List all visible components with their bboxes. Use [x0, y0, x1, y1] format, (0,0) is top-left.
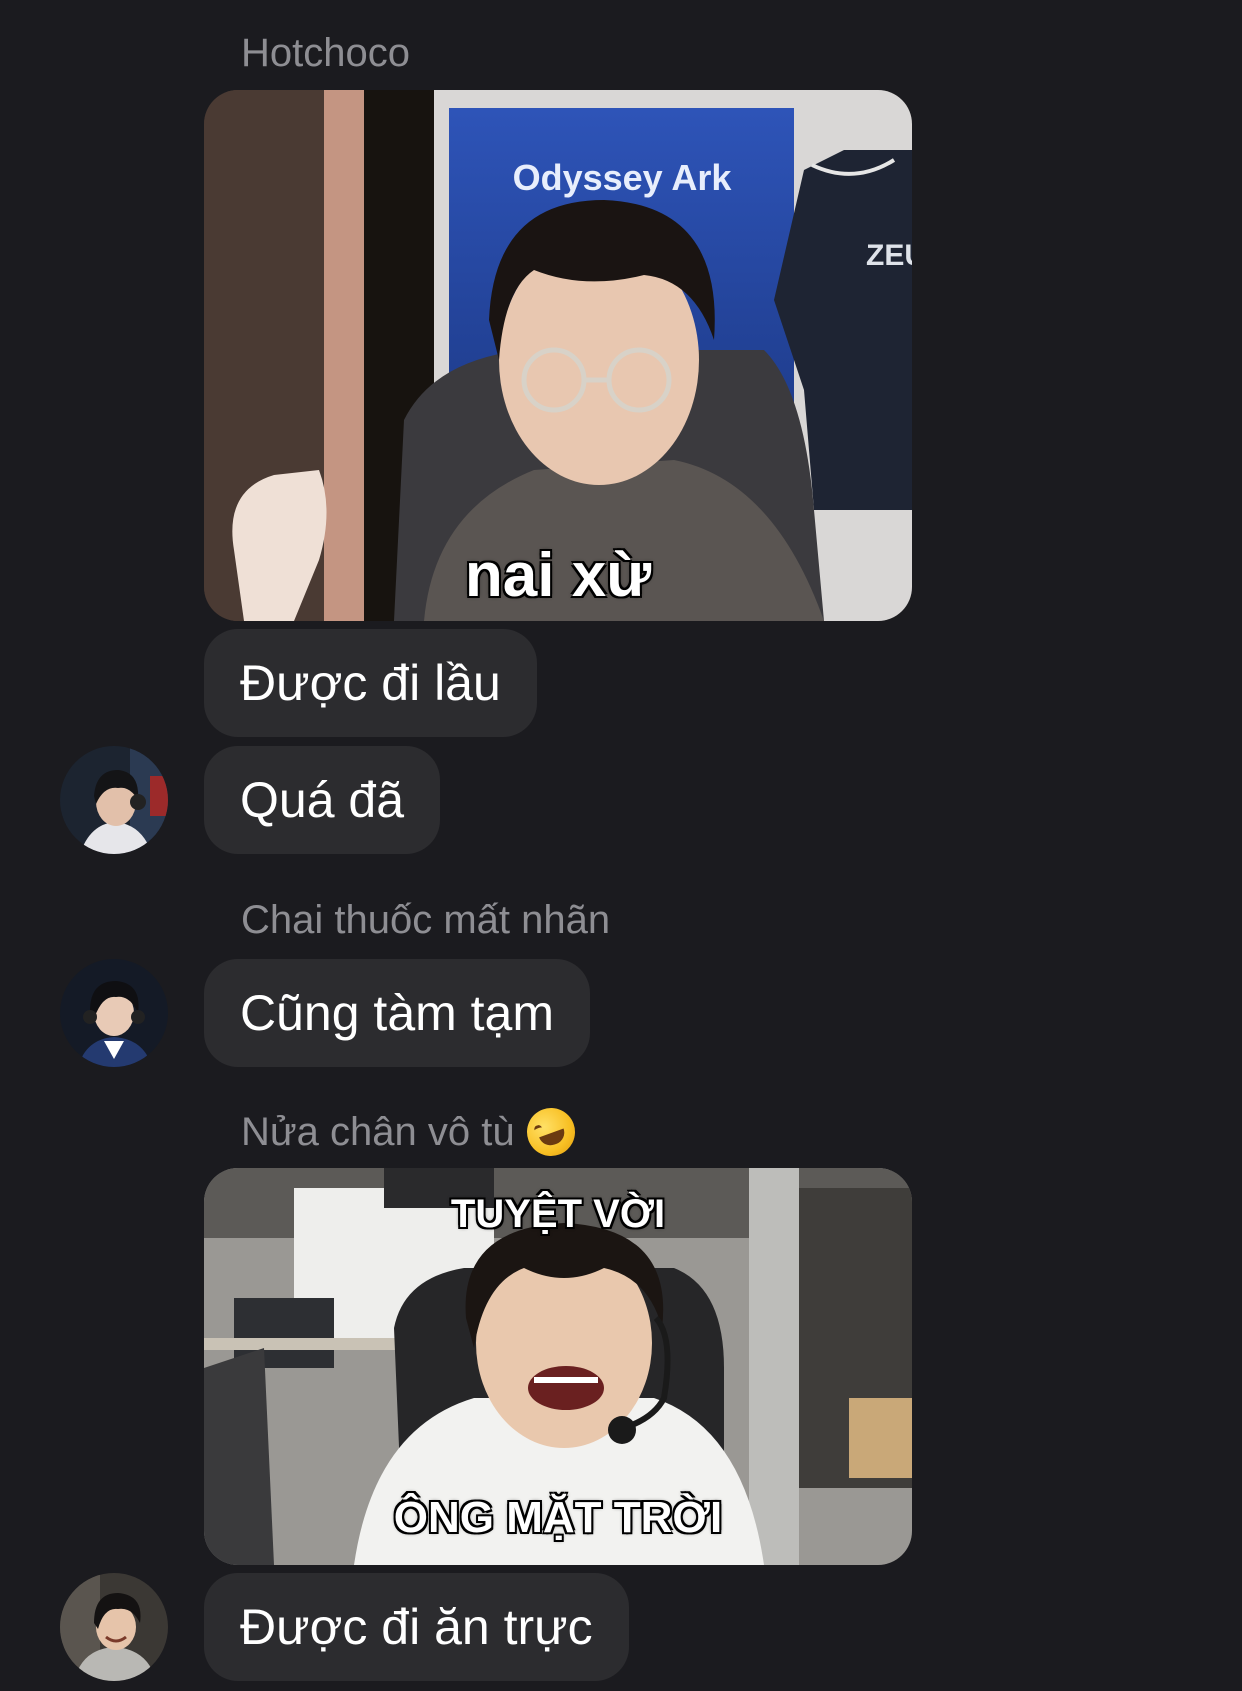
message-bubble[interactable]: Cũng tàm tạm [204, 959, 591, 1067]
message-bubble[interactable]: Được đi lầu [204, 629, 537, 737]
avatar-image [60, 959, 168, 1067]
message-text: Được đi lầu [240, 655, 501, 711]
image-caption-bottom: ÔNG MẶT TRỜI [393, 1493, 723, 1542]
banner-text: Odyssey Ark [513, 157, 733, 198]
sender-name: Chai thuốc mất nhãn [241, 898, 611, 942]
avatar[interactable] [60, 746, 168, 854]
avatar[interactable] [60, 1573, 168, 1681]
sender-name-text: Nửa chân vô tù [241, 1110, 515, 1154]
sender-name: Nửa chân vô tù [241, 1101, 582, 1163]
avatar-image [60, 746, 168, 854]
message-text: Cũng tàm tạm [240, 985, 555, 1041]
avatar[interactable] [60, 959, 168, 1067]
avatar-image [60, 1573, 168, 1681]
message-text: Được đi ăn trực [240, 1599, 593, 1655]
chat-thread[interactable]: Hotchoco Odyssey Ark ZE nai xừ Được đi l… [0, 0, 1242, 1691]
message-text: Quá đã [240, 772, 405, 828]
message-bubble[interactable]: Được đi ăn trực [204, 1573, 629, 1681]
message-bubble[interactable]: Quá đã [204, 746, 441, 854]
rolling-laughing-emoji-icon [519, 1101, 582, 1163]
image-caption: nai xừ [464, 541, 652, 610]
image-caption-top: TUYỆT VỜI [450, 1192, 666, 1236]
image-message[interactable]: Odyssey Ark ZEUS nai xừ [204, 90, 912, 621]
jersey-text: ZEUS [866, 239, 912, 272]
sender-name: Hotchoco [241, 31, 410, 75]
image-message[interactable]: TUYỆT VỜI ÔNG MẶT TRỜI [204, 1168, 912, 1565]
